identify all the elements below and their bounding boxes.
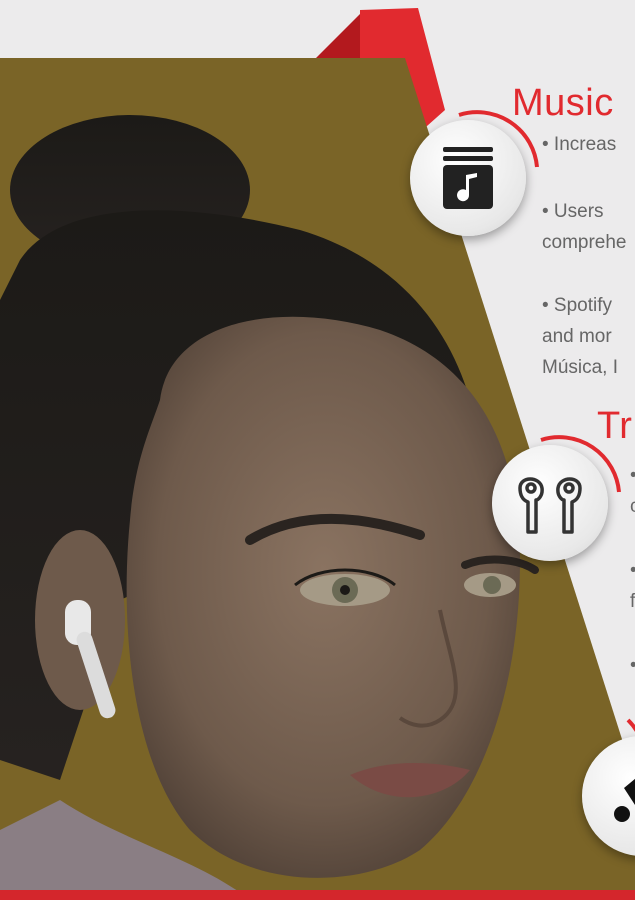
earbuds-icon [518, 477, 582, 534]
music-bullet-2-line-2: comprehe [542, 232, 627, 253]
music-bullet-1: • Increas [542, 134, 617, 155]
tag-icon [614, 778, 635, 822]
trends-bullet-2-line-2: fa [630, 591, 635, 612]
trends-bullet-2: • fa [630, 555, 635, 617]
trends-bullet-3: • [630, 650, 635, 681]
music-bullet-3-line-3: Música, I [542, 357, 619, 378]
music-bullet-3-line-2: and mor [542, 326, 612, 347]
music-bullet-3: • Spotify and mor Música, I [542, 290, 618, 383]
music-badge [410, 120, 526, 236]
earbuds-badge [492, 445, 608, 561]
trends-bullet-1-line-2: c [630, 496, 635, 517]
infographic-canvas: Music • Increas • Users comprehe • Spoti… [0, 0, 635, 900]
bottom-accent-bar [0, 890, 635, 900]
trends-bullet-2-line-1: • [630, 555, 635, 586]
trends-bullet-1-line-1: • [630, 460, 635, 491]
music-bullet-2: • Users comprehe [542, 196, 627, 258]
music-album-icon [443, 147, 493, 209]
trends-bullet-1: • c [630, 460, 635, 522]
music-bullet-3-line-1: • Spotify [542, 295, 613, 316]
music-bullet-2-line-1: • Users [542, 201, 604, 222]
